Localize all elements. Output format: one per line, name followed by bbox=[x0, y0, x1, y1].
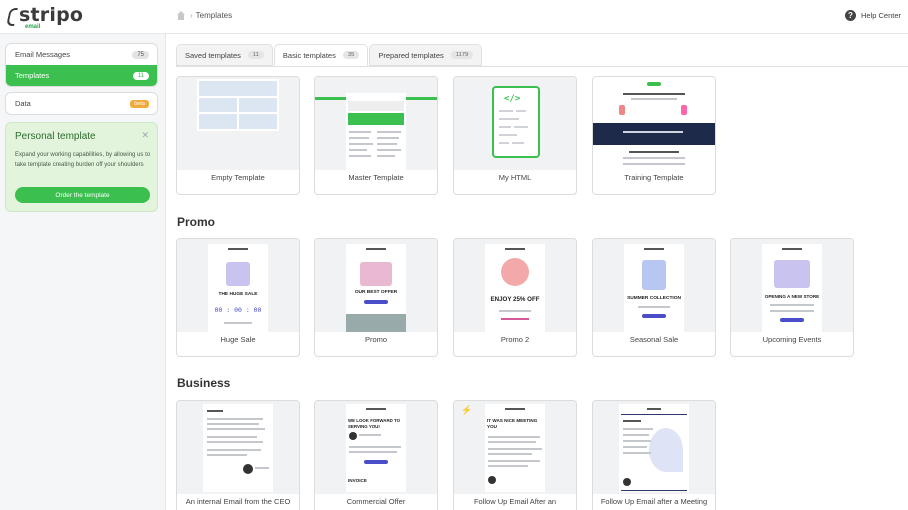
template-card-follow-up-after[interactable]: ⚡ IT WAS NICE MEETING YOU Follow Up Emai… bbox=[453, 400, 577, 510]
template-thumbnail bbox=[593, 401, 715, 494]
breadcrumb: › Templates bbox=[176, 11, 232, 20]
template-thumbnail bbox=[593, 77, 715, 170]
brand-name: stripo bbox=[19, 4, 84, 26]
template-card-label: Promo bbox=[364, 335, 388, 344]
tabs-divider bbox=[176, 66, 908, 67]
template-card-label: Follow Up Email After an bbox=[473, 497, 557, 506]
sidebar-data-group: Data beta bbox=[5, 92, 158, 115]
template-card-training[interactable]: Training Template bbox=[592, 76, 716, 195]
tab-label: Basic templates bbox=[282, 50, 336, 60]
template-thumbnail: ENJOY 25% OFF bbox=[454, 239, 576, 332]
template-thumbnail bbox=[315, 77, 437, 170]
tab-label: Prepared templates bbox=[378, 50, 444, 60]
breadcrumb-separator: › bbox=[190, 11, 193, 20]
template-card-my-html[interactable]: </> My HTML bbox=[453, 76, 577, 195]
tab-prepared-templates[interactable]: Prepared templates 1179 bbox=[369, 44, 483, 66]
tab-count: 35 bbox=[342, 51, 360, 59]
help-center-label: Help Center bbox=[860, 11, 901, 20]
template-card-seasonal-sale[interactable]: SUMMER COLLECTION Seasonal Sale bbox=[592, 238, 716, 357]
template-card-label: Follow Up Email after a Meeting bbox=[600, 497, 708, 506]
tab-saved-templates[interactable]: Saved templates 11 bbox=[176, 44, 273, 66]
template-card-label: Commercial Offer bbox=[346, 497, 406, 506]
template-thumbnail: OUR BEST OFFER bbox=[315, 239, 437, 332]
promo-title: Personal template bbox=[15, 131, 96, 142]
breadcrumb-current: Templates bbox=[195, 11, 233, 20]
help-center-link[interactable]: ? Help Center bbox=[844, 10, 901, 21]
sidebar-item-data[interactable]: Data beta bbox=[6, 93, 157, 114]
app-window: stripo email › Templates ? Help Center E… bbox=[0, 0, 908, 510]
section-title-business: Business bbox=[177, 376, 231, 390]
sidebar-item-label: Email Messages bbox=[15, 50, 71, 59]
template-card-label: Promo 2 bbox=[500, 335, 530, 344]
template-card-promo[interactable]: OUR BEST OFFER Promo bbox=[314, 238, 438, 357]
personal-template-card: Personal template ✕ Expand your working … bbox=[5, 122, 158, 212]
top-bar: stripo email › Templates ? Help Center bbox=[0, 0, 908, 34]
template-tabs: Saved templates 11 Basic templates 35 Pr… bbox=[176, 44, 483, 66]
template-thumbnail: SUMMER COLLECTION bbox=[593, 239, 715, 332]
code-icon: </> bbox=[492, 86, 540, 158]
home-icon[interactable] bbox=[176, 11, 186, 20]
stripo-logo[interactable]: stripo email bbox=[7, 5, 83, 31]
template-thumbnail bbox=[177, 77, 299, 170]
sidebar-item-label: Data bbox=[15, 99, 31, 108]
beta-badge: beta bbox=[130, 99, 149, 108]
template-card-promo-2[interactable]: ENJOY 25% OFF Promo 2 bbox=[453, 238, 577, 357]
template-card-label: Training Template bbox=[624, 173, 684, 182]
template-thumbnail: WE LOOK FORWARD TO SERVING YOU! INVOICE bbox=[315, 401, 437, 494]
template-card-label: My HTML bbox=[498, 173, 532, 182]
main-content: Saved templates 11 Basic templates 35 Pr… bbox=[167, 34, 908, 510]
template-card-label: Huge Sale bbox=[220, 335, 256, 344]
template-card-label: An internal Email from the CEO bbox=[185, 497, 291, 506]
template-card-master[interactable]: Master Template bbox=[314, 76, 438, 195]
template-card-label: Master Template bbox=[348, 173, 404, 182]
help-icon: ? bbox=[844, 10, 856, 21]
template-card-label: Upcoming Events bbox=[762, 335, 822, 344]
count-badge: 11 bbox=[132, 71, 149, 80]
template-thumbnail: OPENING A NEW STORE bbox=[731, 239, 853, 332]
section-title-promo: Promo bbox=[177, 215, 216, 229]
template-card-follow-up-meeting[interactable]: Follow Up Email after a Meeting bbox=[592, 400, 716, 510]
stripo-logo-mark-icon bbox=[7, 8, 16, 22]
sidebar-main-group: Email Messages 75 Templates 11 bbox=[5, 43, 158, 87]
tab-count: 1179 bbox=[450, 51, 474, 59]
close-icon[interactable]: ✕ bbox=[141, 130, 149, 141]
tab-label: Saved templates bbox=[185, 50, 241, 60]
template-card-empty[interactable]: Empty Template bbox=[176, 76, 300, 195]
template-thumbnail: THE HUGE SALE 00 : 00 : 00 bbox=[177, 239, 299, 332]
tab-basic-templates[interactable]: Basic templates 35 bbox=[273, 44, 369, 66]
template-thumbnail bbox=[177, 401, 299, 494]
lightning-icon: ⚡ bbox=[461, 405, 473, 415]
template-card-huge-sale[interactable]: THE HUGE SALE 00 : 00 : 00 Huge Sale bbox=[176, 238, 300, 357]
template-card-internal-email[interactable]: An internal Email from the CEO bbox=[176, 400, 300, 510]
sidebar-item-templates[interactable]: Templates 11 bbox=[6, 65, 157, 86]
sidebar: Email Messages 75 Templates 11 Data beta… bbox=[0, 34, 166, 510]
sidebar-item-label: Templates bbox=[15, 71, 50, 80]
tab-count: 11 bbox=[247, 51, 264, 59]
order-template-button[interactable]: Order the template bbox=[15, 187, 150, 203]
template-card-upcoming-events[interactable]: OPENING A NEW STORE Upcoming Events bbox=[730, 238, 854, 357]
sidebar-item-email-messages[interactable]: Email Messages 75 bbox=[6, 44, 157, 65]
template-thumbnail: </> bbox=[454, 77, 576, 170]
count-badge: 75 bbox=[132, 50, 149, 59]
template-card-label: Seasonal Sale bbox=[629, 335, 679, 344]
promo-text: Expand your working capabilities, by all… bbox=[15, 152, 151, 168]
template-card-commercial-offer[interactable]: WE LOOK FORWARD TO SERVING YOU! INVOICE … bbox=[314, 400, 438, 510]
brand-sub: email bbox=[25, 24, 41, 30]
template-card-label: Empty Template bbox=[211, 173, 265, 182]
template-thumbnail: ⚡ IT WAS NICE MEETING YOU bbox=[454, 401, 576, 494]
